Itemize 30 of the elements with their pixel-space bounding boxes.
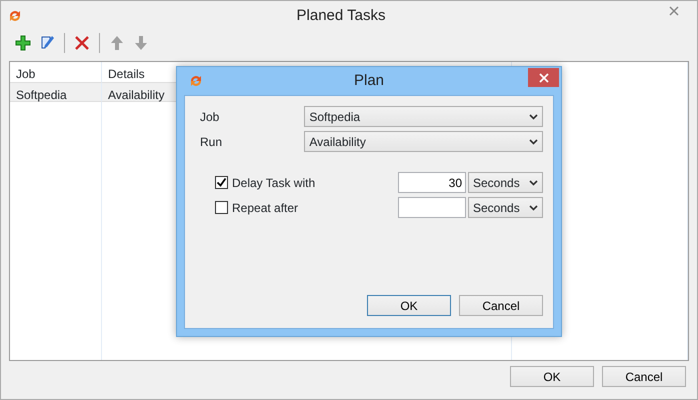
checkbox[interactable]: [215, 176, 228, 189]
cancel-button[interactable]: Cancel: [602, 366, 686, 387]
number-field[interactable]: [398, 197, 466, 218]
checkbox-label: Repeat after: [232, 200, 298, 216]
number-field[interactable]: 30: [398, 172, 466, 193]
dropdown[interactable]: Softpedia: [304, 106, 543, 127]
close-icon: [669, 6, 679, 16]
cancel-button[interactable]: Cancel: [459, 295, 543, 316]
caret-icon: [529, 180, 538, 186]
add-button[interactable]: [13, 35, 33, 51]
close-icon: [538, 72, 548, 82]
dialog-title: Plan: [352, 70, 386, 91]
field-label: Run: [200, 134, 224, 150]
app-logo-icon: [188, 73, 204, 89]
field-label: Job: [200, 108, 220, 126]
checkbox-label: Delay Task with: [232, 174, 316, 192]
checkbox[interactable]: [215, 201, 228, 214]
window-title: Planed Tasks: [296, 6, 386, 26]
close-button[interactable]: [528, 68, 559, 87]
ok-button[interactable]: OK: [510, 366, 594, 387]
dropdown[interactable]: Availability: [304, 131, 543, 152]
table-cell[interactable]: Softpedia: [10, 82, 102, 102]
caret-icon: [529, 204, 538, 210]
unit-dropdown[interactable]: Seconds: [468, 197, 543, 218]
caret-icon: [529, 114, 538, 120]
ok-button[interactable]: OK: [367, 295, 451, 316]
unit-dropdown[interactable]: Seconds: [468, 172, 543, 193]
app-logo-icon: [7, 8, 23, 24]
caret-icon: [529, 138, 538, 144]
delete-button[interactable]: [72, 35, 92, 51]
